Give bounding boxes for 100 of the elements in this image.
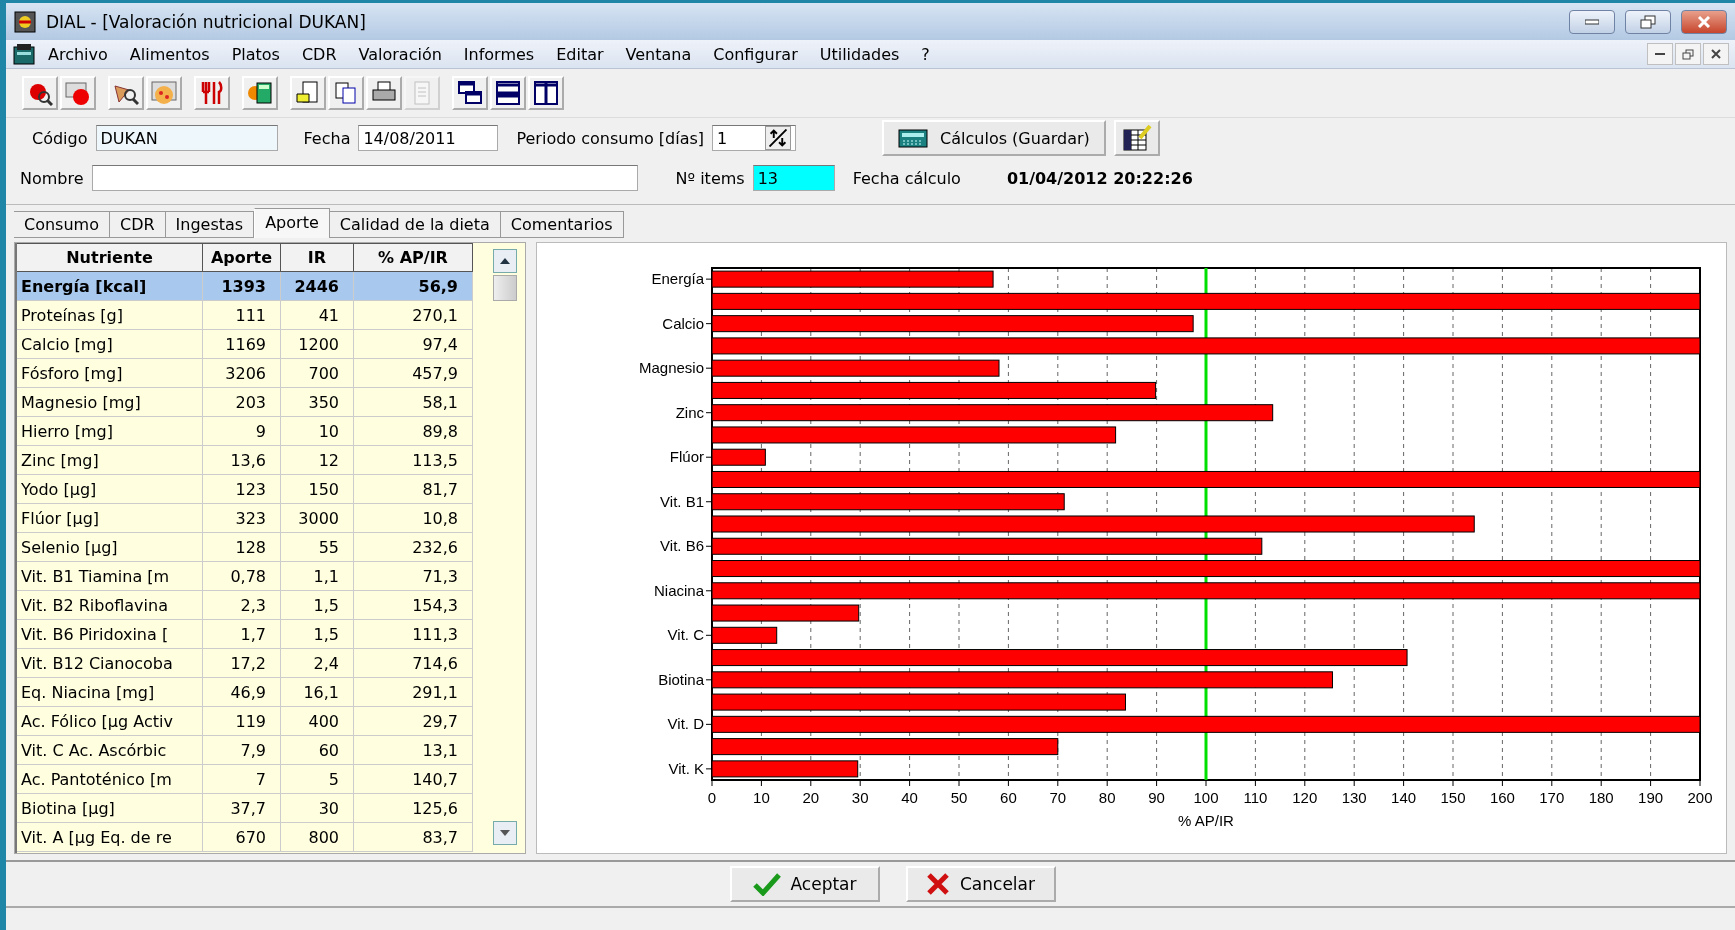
table-cell: 29,7 [354, 707, 473, 736]
toolbar-button[interactable] [242, 76, 278, 110]
tab[interactable]: Aporte [254, 208, 330, 238]
tab[interactable]: Consumo [14, 211, 110, 238]
category-label: Zinc [675, 403, 704, 421]
tab[interactable]: Ingestas [165, 211, 255, 238]
field-label: Fecha cálculo [852, 168, 961, 188]
table-cell: Ac. Pantoténico [m [17, 765, 203, 794]
table-cell: 123 [203, 475, 281, 504]
tick-label: 40 [900, 789, 918, 806]
scroll-down-button[interactable] [493, 821, 517, 845]
category-label: Niacina [653, 581, 704, 599]
menu-item[interactable]: Ventana [615, 42, 702, 66]
table-cell: Yodo [µg] [17, 475, 203, 504]
field-label: Periodo consumo [días] [516, 128, 705, 148]
toolbar-button[interactable] [490, 76, 526, 110]
scroll-up-button[interactable] [493, 249, 517, 273]
table-cell: 232,6 [354, 533, 473, 562]
tab[interactable]: Comentarios [500, 211, 624, 238]
tick-label: 170 [1538, 789, 1564, 806]
menu-item[interactable]: Informes [453, 42, 545, 66]
table-cell: 113,5 [354, 446, 473, 475]
menu-item[interactable]: Archivo [38, 42, 118, 66]
calculation-date: 01/04/2012 20:22:26 [1006, 168, 1193, 188]
window-title: DIAL - [Valoración nutricional DUKAN] [46, 11, 367, 32]
table-cell: 1,1 [281, 562, 354, 591]
minimize-icon [1585, 18, 1599, 25]
table-cell: Vit. A [µg Eq. de re [17, 823, 203, 852]
table-cell: 46,9 [203, 678, 281, 707]
table-cell: 400 [281, 707, 354, 736]
code-field[interactable]: DUKAN [95, 125, 278, 151]
accept-button[interactable]: Aceptar [729, 866, 880, 902]
spinner-button[interactable] [765, 126, 792, 150]
toolbar-button[interactable] [528, 76, 564, 110]
toolbar-button[interactable] [366, 76, 402, 110]
table-cell: 800 [281, 823, 354, 852]
menu-item[interactable]: Utilidades [809, 42, 910, 66]
toolbar-button[interactable] [108, 76, 144, 110]
table-cell: 37,7 [203, 794, 281, 823]
column-header[interactable]: IR [281, 243, 354, 272]
tab[interactable]: Calidad de la dieta [329, 211, 501, 238]
category-label: Flúor [669, 448, 704, 466]
name-field[interactable] [91, 165, 638, 191]
menu-item[interactable]: CDR [291, 42, 347, 66]
minimize-button[interactable] [1569, 9, 1615, 34]
column-header[interactable]: Nutriente [17, 243, 203, 272]
table-cell: 350 [281, 388, 354, 417]
apple-card-icon [65, 80, 91, 106]
edit-table-button[interactable] [1113, 120, 1160, 156]
table-cell: 60 [281, 736, 354, 765]
tick-label: 130 [1341, 789, 1367, 806]
menu-item[interactable]: Editar [546, 42, 614, 66]
menu-item[interactable]: ? [911, 42, 940, 66]
table-cell: 670 [203, 823, 281, 852]
menu-item[interactable]: Valoración [348, 42, 452, 66]
tick-label: 60 [999, 789, 1017, 806]
table-cell: 10 [281, 417, 354, 446]
calculate-button[interactable]: Cálculos (Guardar) [882, 120, 1106, 156]
toolbar-button[interactable] [452, 76, 488, 110]
tab[interactable]: CDR [109, 211, 166, 238]
table-cell: 71,3 [354, 562, 473, 591]
menu-item[interactable]: Platos [221, 42, 290, 66]
tile-horizontal-icon [495, 80, 521, 106]
calculator-icon [898, 128, 929, 148]
toolbar-button[interactable] [22, 76, 58, 110]
minimize-button[interactable] [1647, 43, 1673, 65]
table-cell: 291,1 [354, 678, 473, 707]
scrollbar-thumb[interactable] [493, 275, 517, 301]
table-cell: 2446 [281, 272, 354, 301]
table-cell: 111 [203, 301, 281, 330]
column-header[interactable]: Aporte [203, 243, 281, 272]
table-cell: 5 [281, 765, 354, 794]
table-cell: 3206 [203, 359, 281, 388]
table-cell: 700 [281, 359, 354, 388]
table-cell: Fósforo [mg] [17, 359, 203, 388]
column-header[interactable]: % AP/IR [354, 243, 473, 272]
table-cell: 30 [281, 794, 354, 823]
close-icon [1697, 15, 1711, 28]
table-cell: 2,4 [281, 649, 354, 678]
cancel-button[interactable]: Cancelar [905, 866, 1056, 902]
tile-vertical-icon [533, 80, 559, 106]
tick-label: 20 [801, 789, 819, 806]
table-cell: 13,1 [354, 736, 473, 765]
restore-button[interactable] [1625, 9, 1671, 34]
tick-label: 10 [752, 789, 770, 806]
axis-title: % AP/IR [1177, 812, 1234, 829]
period-field[interactable]: 1 [712, 125, 797, 151]
tick-label: 120 [1291, 789, 1317, 806]
table-cell: 83,7 [354, 823, 473, 852]
table-cell: 140,7 [354, 765, 473, 794]
date-field[interactable]: 14/08/2011 [358, 125, 499, 151]
menu-item[interactable]: Alimentos [119, 42, 220, 66]
category-label: Vit. D [667, 715, 704, 733]
restore-icon [1682, 48, 1694, 60]
close-button[interactable] [1703, 43, 1729, 65]
tick-label: 140 [1390, 789, 1416, 806]
table-pencil-icon [1121, 124, 1152, 152]
table-cell: 1,7 [203, 620, 281, 649]
close-button[interactable] [1681, 9, 1727, 34]
menu-item[interactable]: Configurar [703, 42, 808, 66]
